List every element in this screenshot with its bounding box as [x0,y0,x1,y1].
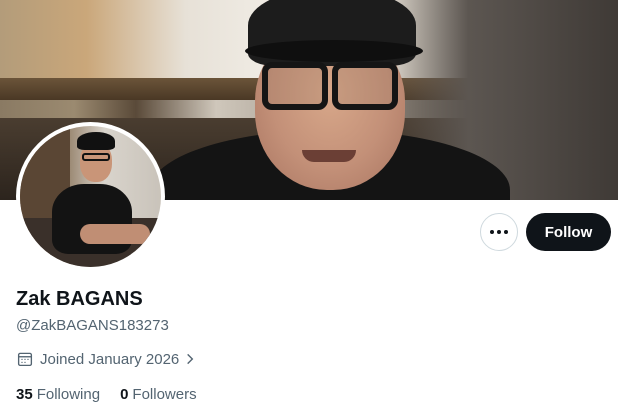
following-count: 35 [16,386,33,403]
follow-button[interactable]: Follow [526,213,611,251]
calendar-icon [17,352,33,367]
avatar-photo [20,126,161,267]
followers-label: Followers [132,386,197,403]
ellipsis-icon [490,230,508,234]
following-label: Following [36,386,101,403]
banner-glasses-left-lens [262,62,328,110]
more-options-button[interactable] [480,213,518,251]
avatar-hat [77,132,115,150]
avatar-arm [80,224,150,244]
display-name: Zak BAGANS [16,288,143,310]
followers-link[interactable]: 0 Followers [120,386,197,403]
user-handle: @ZakBAGANS183273 [16,317,169,334]
banner-person-hat-brim [245,40,423,62]
following-link[interactable]: 35 Following [16,386,100,403]
joined-date-text: Joined January 2026 [40,350,180,368]
chevron-right-icon [187,353,194,365]
joined-date-row[interactable]: Joined January 2026 [16,350,197,368]
follow-stats: 35 Following 0 Followers [16,386,217,403]
avatar-glasses [82,153,110,161]
banner-person-mouth [302,150,356,162]
followers-count: 0 [120,386,129,403]
avatar[interactable] [16,122,165,271]
banner-glasses-right-lens [332,62,398,110]
